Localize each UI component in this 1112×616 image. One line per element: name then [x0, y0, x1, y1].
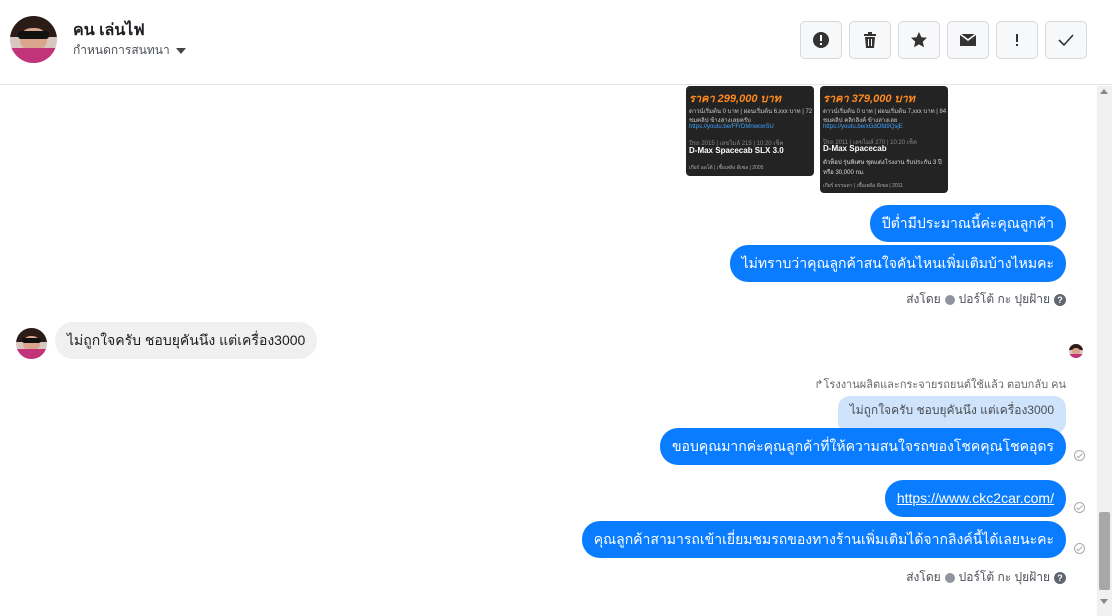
- scroll-down-arrow-icon[interactable]: [1100, 599, 1108, 604]
- outgoing-message[interactable]: คุณลูกค้าสามารถเข้าเยี่ยมชมรถของทางร้านเ…: [581, 521, 1066, 558]
- ad-note: ตัวท็อป รุ่นพิเศษ ชุดแต่งโรงงาน รับประกั…: [823, 160, 942, 176]
- car-ad-image-2[interactable]: ราคา 379,000 บาท ดาวน์เริ่มต้น 0 บาท | ผ…: [820, 86, 948, 193]
- exclamation-icon: [1016, 34, 1018, 46]
- outgoing-message[interactable]: ขอบคุณมากค่ะคุณลูกค้าที่ให้ความสนใจรถของ…: [659, 428, 1066, 465]
- scrollbar-thumb[interactable]: [1099, 512, 1110, 590]
- ad-price: ราคา 379,000 บาท: [823, 93, 915, 105]
- mark-important-button[interactable]: [996, 21, 1038, 59]
- email-button[interactable]: [947, 21, 989, 59]
- sent-check-icon: [1074, 450, 1085, 461]
- reply-arrow-icon: ↱: [814, 379, 824, 391]
- ad-model: D-Max Spacecab SLX 3.0: [689, 146, 784, 155]
- sent-by-label: ส่งโดย: [906, 292, 941, 306]
- ckc2car-link[interactable]: https://www.ckc2car.com/: [897, 490, 1054, 506]
- alert-circle-icon: [813, 32, 829, 48]
- sent-check-icon: [1074, 502, 1085, 513]
- verified-icon: [944, 294, 955, 305]
- help-icon[interactable]: ?: [1054, 571, 1066, 584]
- outgoing-link-message[interactable]: https://www.ckc2car.com/: [884, 480, 1066, 517]
- read-receipt-avatar: [1069, 344, 1083, 358]
- help-icon[interactable]: ?: [1054, 293, 1066, 306]
- delete-button[interactable]: [849, 21, 891, 59]
- sender-name: ปอร์โต้ กะ ปุยฝ้าย: [958, 570, 1050, 584]
- outgoing-message[interactable]: ไม่ทราบว่าคุณลูกค้าสนใจคันไหนเพิ่มเติมบ้…: [729, 245, 1066, 282]
- star-icon: [911, 32, 927, 48]
- incoming-message[interactable]: ไม่ถูกใจครับ ชอบยุคันนึง แต่เครื่อง3000: [55, 322, 318, 359]
- sent-check-icon: [1074, 543, 1085, 554]
- conversation-header: คน เล่นไฟ กำหนดการสนทนา: [0, 0, 1112, 85]
- contact-name[interactable]: คน เล่นไฟ: [73, 18, 145, 43]
- scroll-up-arrow-icon[interactable]: [1100, 89, 1108, 94]
- ad-link: https://youtu.be/xGdOfd9QsjE: [823, 124, 903, 130]
- sent-by-line: ส่งโดย ปอร์โต้ กะ ปุยฝ้าย ?: [906, 290, 1066, 309]
- car-ad-image-1[interactable]: ราคา 299,000 บาท ดาวน์เริ่มต้น 0 บาท | ผ…: [686, 86, 814, 176]
- contact-avatar[interactable]: [10, 16, 57, 63]
- sent-by-label: ส่งโดย: [906, 570, 941, 584]
- mark-done-button[interactable]: [1045, 21, 1087, 59]
- star-button[interactable]: [898, 21, 940, 59]
- reply-context-label: โรงงานผลิตและกระจายรถยนต์ใช้แล้ว ตอบกลับ…: [823, 379, 1067, 391]
- ad-price: ราคา 299,000 บาท: [689, 93, 781, 105]
- reply-context: ↱โรงงานผลิตและกระจายรถยนต์ใช้แล้ว ตอบกลั…: [814, 375, 1066, 393]
- ad-link: https://youtu.be/FFrDMnwcwSU: [689, 124, 774, 130]
- conversation-toolbar: [800, 21, 1087, 59]
- contact-avatar-small: [16, 328, 47, 359]
- check-icon: [1058, 34, 1074, 47]
- sent-by-line: ส่งโดย ปอร์โต้ กะ ปุยฝ้าย ?: [906, 568, 1066, 587]
- chevron-down-icon: [175, 47, 186, 54]
- outgoing-message[interactable]: ปีต่ำมีประมาณนี้ค่ะคุณลูกค้า: [869, 205, 1066, 242]
- thread-scrollbar[interactable]: [1097, 86, 1112, 616]
- verified-icon: [944, 572, 955, 583]
- ad-footer: เกียร์ ธรรมดา | เชื้อเพลิง ดีเซล | 2011: [823, 183, 903, 189]
- conversation-settings-label: กำหนดการสนทนา: [73, 43, 170, 57]
- trash-icon: [864, 32, 876, 48]
- ad-footer: เกียร์ ออโต้ | เชื้อเพลิง ดีเซล | 2005: [689, 165, 764, 171]
- ad-model: D-Max Spacecab: [823, 144, 887, 153]
- mark-spam-button[interactable]: [800, 21, 842, 59]
- message-thread: ราคา 299,000 บาท ดาวน์เริ่มต้น 0 บาท | ผ…: [0, 86, 1096, 616]
- conversation-settings-dropdown[interactable]: กำหนดการสนทนา: [73, 41, 186, 60]
- sender-name: ปอร์โต้ กะ ปุยฝ้าย: [958, 292, 1050, 306]
- envelope-icon: [959, 33, 977, 46]
